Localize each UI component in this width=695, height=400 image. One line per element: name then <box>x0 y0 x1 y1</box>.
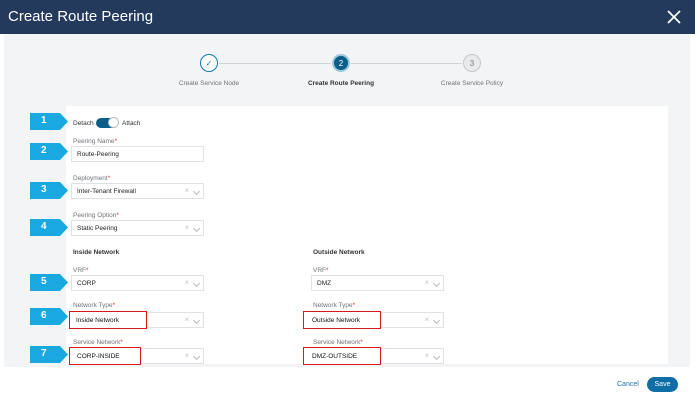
dialog-title-bar: Create Route Peering <box>0 0 695 34</box>
clear-icon[interactable]: × <box>424 278 429 287</box>
inside-network-type-value: Inside Network <box>76 317 119 324</box>
step-3-label: Create Service Policy <box>440 80 504 87</box>
detach-label: Detach <box>73 120 94 127</box>
attach-label: Attach <box>122 120 141 127</box>
callout-number: 5 <box>41 276 47 287</box>
chevron-down-icon[interactable] <box>192 352 201 361</box>
clear-icon[interactable]: × <box>184 351 189 360</box>
clear-icon[interactable]: × <box>424 315 429 324</box>
inside-network-heading: Inside Network <box>73 249 120 256</box>
chevron-down-icon[interactable] <box>432 352 441 361</box>
stepper-line <box>351 63 462 64</box>
close-icon[interactable] <box>663 6 685 28</box>
toggle-knob <box>108 117 119 128</box>
stepper-line <box>219 63 331 64</box>
peering-option-label: Peering Option* <box>73 212 119 219</box>
clear-icon[interactable]: × <box>184 278 189 287</box>
peering-option-select[interactable]: Static Peering × <box>71 220 204 236</box>
inside-service-network-label: Service Network* <box>73 339 123 346</box>
outside-network-type-value: Outside Network <box>312 317 361 324</box>
outside-network-type-label: Network Type* <box>313 302 356 309</box>
chevron-down-icon[interactable] <box>192 316 201 325</box>
clear-icon[interactable]: × <box>184 223 189 232</box>
chevron-down-icon[interactable] <box>192 187 201 196</box>
inside-service-network-highlight[interactable]: CORP-INSIDE <box>69 347 141 365</box>
outside-network-heading: Outside Network <box>313 249 365 256</box>
deployment-select[interactable]: Inter-Tenant Firewall × <box>71 183 204 199</box>
step-2-label: Create Route Peering <box>307 80 375 87</box>
inside-vrf-label: VRF* <box>73 267 89 274</box>
clear-icon[interactable]: × <box>184 315 189 324</box>
chevron-down-icon[interactable] <box>192 279 201 288</box>
inside-vrf-select[interactable]: CORP × <box>71 275 204 291</box>
outside-network-type-highlight[interactable]: Outside Network <box>303 311 381 329</box>
outside-vrf-label: VRF* <box>313 267 329 274</box>
dialog-title: Create Route Peering <box>8 8 154 25</box>
inside-service-network-value: CORP-INSIDE <box>77 353 120 360</box>
attach-toggle[interactable] <box>96 117 119 128</box>
chevron-down-icon[interactable] <box>432 316 441 325</box>
callout-number: 3 <box>41 184 47 195</box>
outside-vrf-select[interactable]: DMZ × <box>311 275 444 291</box>
callout-number: 6 <box>41 310 47 321</box>
chevron-down-icon[interactable] <box>432 279 441 288</box>
clear-icon[interactable]: × <box>184 186 189 195</box>
inside-network-type-label: Network Type* <box>73 302 116 309</box>
outside-service-network-label: Service Network* <box>313 339 363 346</box>
peering-name-input[interactable]: Route-Peering <box>71 146 204 162</box>
callout-number: 2 <box>41 145 47 156</box>
step-2-active-marker[interactable]: 2 <box>332 54 350 72</box>
step-3-marker: 3 <box>463 54 481 72</box>
outside-service-network-value: DMZ-OUTSIDE <box>312 353 358 360</box>
save-button[interactable]: Save <box>647 377 678 392</box>
callout-number: 4 <box>41 221 47 232</box>
deployment-label: Deployment* <box>73 175 111 182</box>
callout-number: 1 <box>41 115 47 126</box>
chevron-down-icon[interactable] <box>192 224 201 233</box>
outside-service-network-highlight[interactable]: DMZ-OUTSIDE <box>303 347 381 365</box>
step-1-label[interactable]: Create Service Node <box>179 80 239 87</box>
peering-name-label: Peering Name* <box>73 138 118 145</box>
clear-icon[interactable]: × <box>424 351 429 360</box>
inside-network-type-highlight[interactable]: Inside Network <box>69 311 147 329</box>
cancel-button[interactable]: Cancel <box>617 381 639 388</box>
callout-number: 7 <box>41 348 47 359</box>
step-1-complete-marker[interactable]: ✓ <box>200 54 218 72</box>
